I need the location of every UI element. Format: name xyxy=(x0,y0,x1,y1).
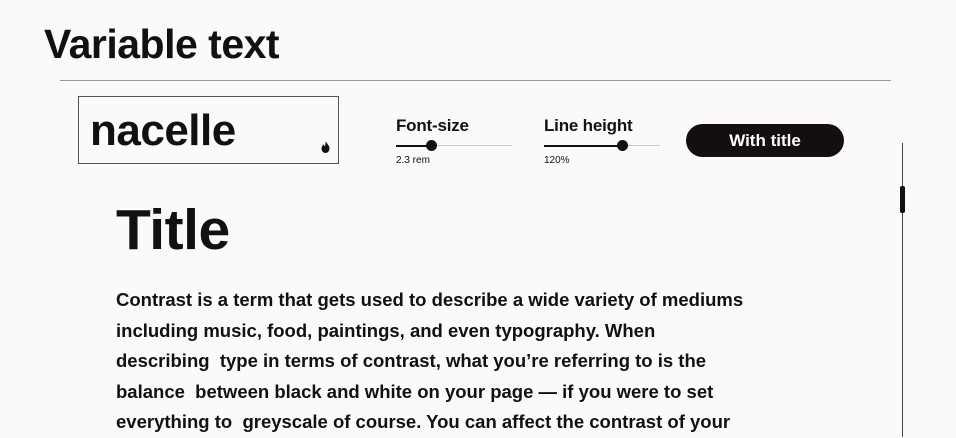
preview-line: everything to greyscale of course. You c… xyxy=(116,411,731,432)
page-title: Variable text xyxy=(44,21,280,67)
line-height-control: Line height 120% xyxy=(544,116,660,167)
line-height-label: Line height xyxy=(544,116,633,135)
line-height-value: 120% xyxy=(544,155,570,166)
font-size-slider-thumb[interactable] xyxy=(425,140,437,151)
line-height-slider-fill xyxy=(544,145,622,147)
fire-icon xyxy=(321,141,330,153)
line-height-slider-thumb[interactable] xyxy=(616,140,628,151)
font-name-label: nacelle xyxy=(90,106,236,155)
header-divider xyxy=(60,80,891,81)
preview-line: balance between black and white on your … xyxy=(116,380,714,402)
scrollbar-thumb[interactable] xyxy=(900,186,905,213)
line-height-slider[interactable] xyxy=(544,140,660,152)
font-size-value: 2.3 rem xyxy=(396,155,430,166)
preview-line: describing type in terms of contrast, wh… xyxy=(116,350,707,371)
font-size-slider[interactable] xyxy=(396,140,512,152)
preview-line: Contrast is a term that gets used to des… xyxy=(116,289,744,310)
font-size-control: Font-size 2.3 rem xyxy=(396,116,512,167)
preview-title: Title xyxy=(116,198,230,262)
with-title-button[interactable]: With title xyxy=(686,124,844,157)
preview-line: including music, food, paintings, and ev… xyxy=(116,319,656,341)
font-picker[interactable]: nacelle xyxy=(78,96,339,164)
font-size-label: Font-size xyxy=(396,116,469,135)
preview-body: Contrast is a term that gets used to des… xyxy=(116,285,876,438)
